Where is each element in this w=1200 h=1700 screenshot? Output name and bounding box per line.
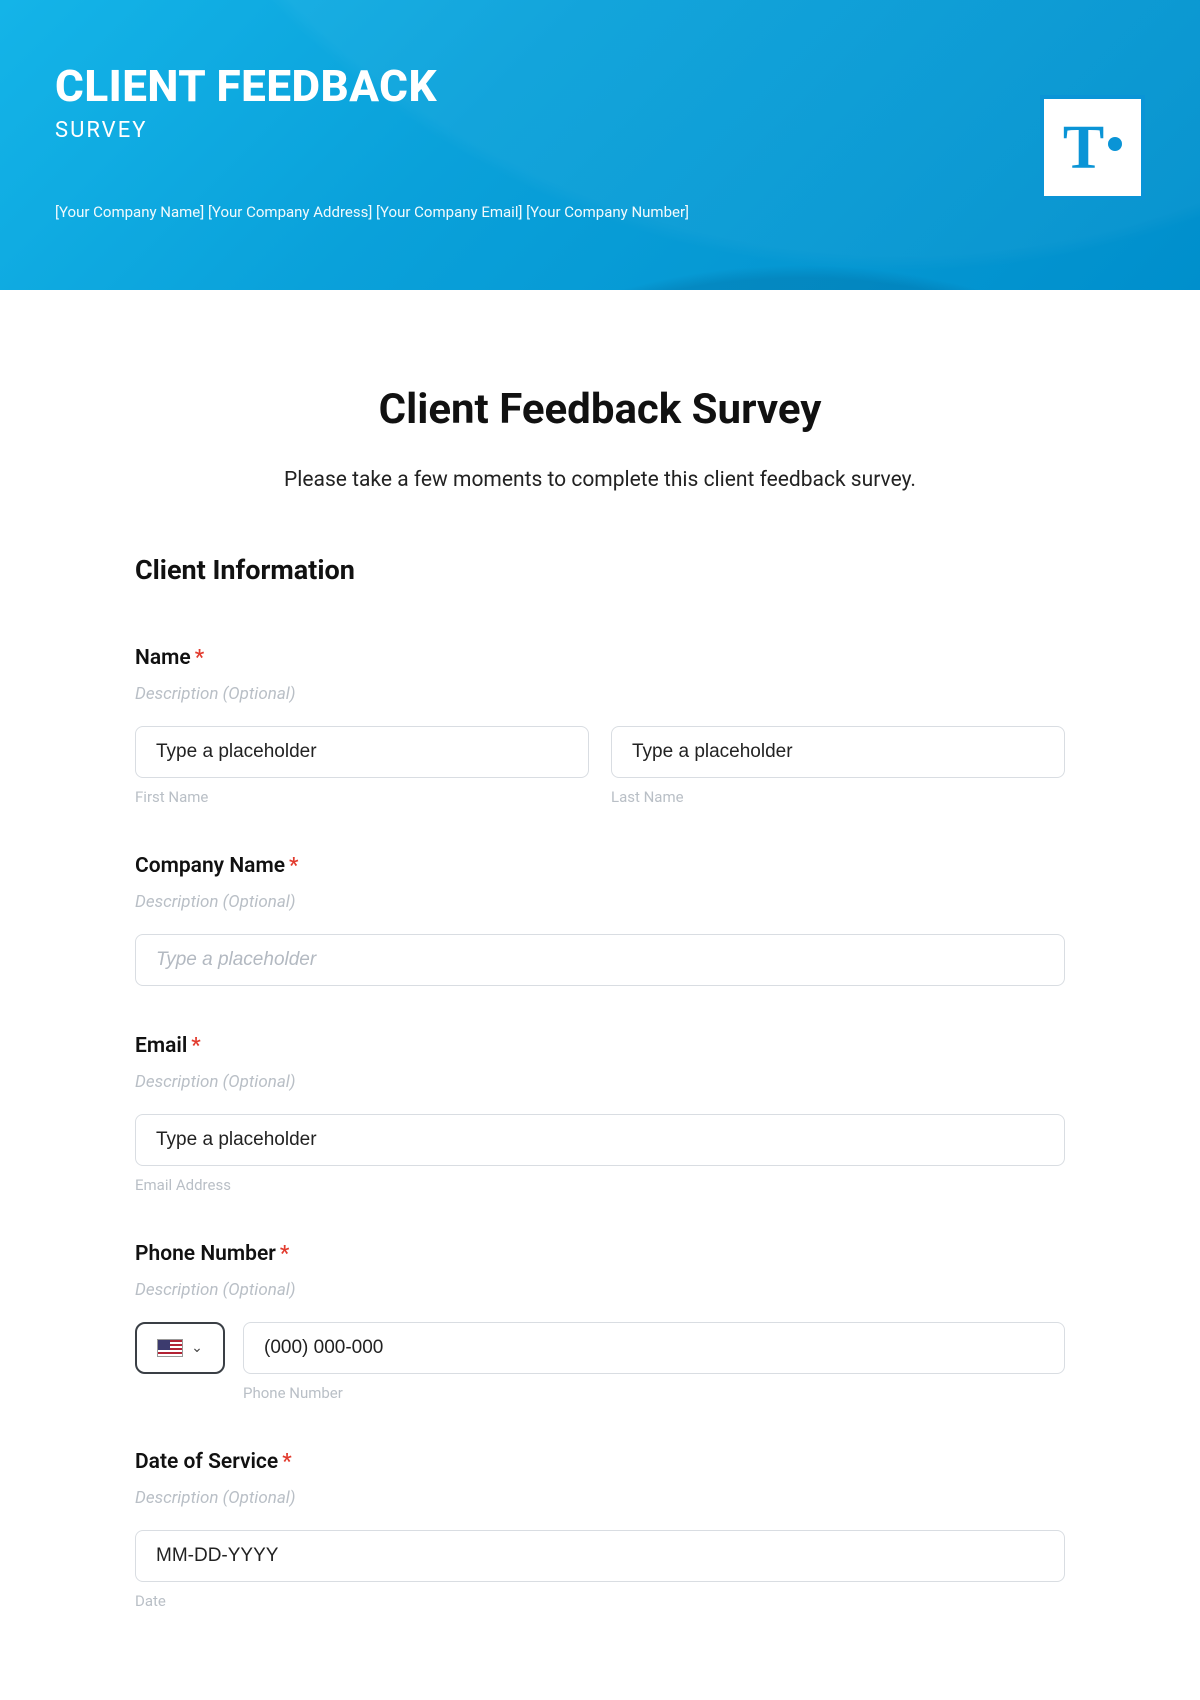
us-flag-icon: [157, 1339, 183, 1357]
chevron-down-icon: ⌄: [191, 1340, 203, 1356]
section-client-information: Client Information: [135, 554, 1065, 586]
phone-input[interactable]: [243, 1322, 1065, 1374]
form-title: Client Feedback Survey: [135, 385, 1065, 434]
form-body: Client Feedback Survey Please take a few…: [0, 290, 1200, 1650]
phone-col: Phone Number: [243, 1322, 1065, 1402]
first-name-input[interactable]: [135, 726, 589, 778]
last-name-input[interactable]: [611, 726, 1065, 778]
page: CLIENT FEEDBACK SURVEY [Your Company Nam…: [0, 0, 1200, 1700]
brand-logo: T: [1040, 95, 1145, 200]
date-hint: Date: [135, 1592, 1065, 1610]
hero-banner: CLIENT FEEDBACK SURVEY [Your Company Nam…: [0, 0, 1200, 290]
field-email-desc: Description (Optional): [135, 1072, 1065, 1092]
company-name-input[interactable]: [135, 934, 1065, 986]
brand-logo-dot-icon: [1108, 137, 1122, 151]
field-phone: Phone Number* Description (Optional) ⌄ P…: [135, 1242, 1065, 1402]
first-name-hint: First Name: [135, 788, 589, 806]
field-name-desc: Description (Optional): [135, 684, 1065, 704]
field-phone-label: Phone Number*: [135, 1242, 1065, 1266]
form-intro: Please take a few moments to complete th…: [135, 468, 1065, 492]
field-date-label: Date of Service*: [135, 1450, 1065, 1474]
required-mark: *: [191, 1034, 200, 1058]
field-email-label: Email*: [135, 1034, 1065, 1058]
field-phone-desc: Description (Optional): [135, 1280, 1065, 1300]
label-text: Date of Service: [135, 1450, 278, 1474]
email-hint: Email Address: [135, 1176, 1065, 1194]
required-mark: *: [282, 1450, 291, 1474]
field-company: Company Name* Description (Optional): [135, 854, 1065, 986]
required-mark: *: [289, 854, 298, 878]
last-name-col: Last Name: [611, 726, 1065, 806]
label-text: Email: [135, 1034, 187, 1058]
required-mark: *: [280, 1242, 289, 1266]
field-company-label: Company Name*: [135, 854, 1065, 878]
field-date: Date of Service* Description (Optional) …: [135, 1450, 1065, 1610]
field-email: Email* Description (Optional) Email Addr…: [135, 1034, 1065, 1194]
hero-subtitle: SURVEY: [55, 118, 1145, 143]
label-text: Name: [135, 646, 191, 670]
first-name-col: First Name: [135, 726, 589, 806]
field-company-desc: Description (Optional): [135, 892, 1065, 912]
email-input[interactable]: [135, 1114, 1065, 1166]
required-mark: *: [195, 646, 204, 670]
last-name-hint: Last Name: [611, 788, 1065, 806]
label-text: Phone Number: [135, 1242, 276, 1266]
field-name-label: Name*: [135, 646, 1065, 670]
label-text: Company Name: [135, 854, 285, 878]
field-date-desc: Description (Optional): [135, 1488, 1065, 1508]
phone-hint: Phone Number: [243, 1384, 1065, 1402]
hero-company-placeholders: [Your Company Name] [Your Company Addres…: [55, 203, 1145, 221]
hero-title: CLIENT FEEDBACK: [55, 60, 1145, 112]
brand-logo-letter: T: [1063, 117, 1104, 179]
phone-row: ⌄ Phone Number: [135, 1322, 1065, 1402]
date-input[interactable]: [135, 1530, 1065, 1582]
name-row: First Name Last Name: [135, 726, 1065, 806]
country-code-select[interactable]: ⌄: [135, 1322, 225, 1374]
field-name: Name* Description (Optional) First Name …: [135, 646, 1065, 806]
